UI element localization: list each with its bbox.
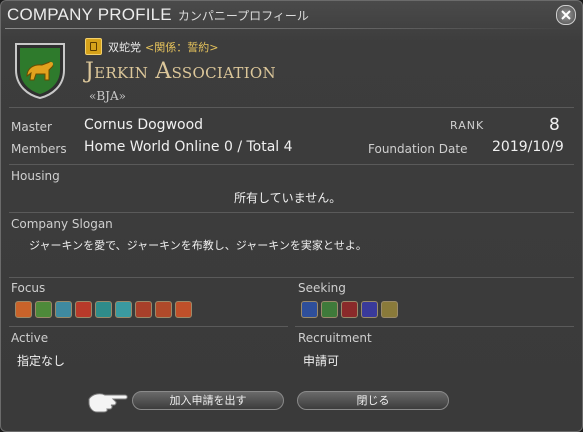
apply-to-join-button[interactable]: 加入申請を出す (132, 391, 284, 410)
slogan-divider (9, 277, 574, 278)
dps-icon[interactable] (341, 301, 358, 318)
company-tag: «BJA» (89, 89, 126, 103)
master-label: Master (11, 120, 52, 134)
title-bar: COMPANY PROFILE カンパニープロフィール (7, 5, 309, 29)
raids-icon[interactable] (155, 301, 172, 318)
recruitment-label: Recruitment (298, 331, 372, 345)
members-label: Members (11, 142, 67, 156)
hardcore-icon[interactable] (75, 301, 92, 318)
title-divider (5, 28, 578, 29)
guildhests-icon[interactable] (115, 301, 132, 318)
recruitment-value: 申請可 (303, 354, 340, 368)
company-crest-icon (15, 43, 65, 100)
master-name: Cornus Dogwood (84, 117, 204, 133)
foundation-value: 2019/10/9 (492, 139, 564, 155)
rank-value: 8 (549, 115, 560, 135)
slogan-value: ジャーキンを愛で、ジャーキンを布教し、ジャーキンを実家とせよ。 (29, 239, 367, 252)
gatherer-icon[interactable] (381, 301, 398, 318)
focus-divider (9, 326, 288, 327)
close-button[interactable]: 閉じる (297, 391, 449, 410)
housing-divider (9, 212, 574, 213)
foundation-label: Foundation Date (368, 142, 468, 156)
seeking-label: Seeking (298, 281, 346, 295)
details-divider (9, 164, 574, 165)
rank-label: RANK (450, 119, 485, 132)
grand-company-info: 双蛇党 <関係：誓約> (85, 38, 218, 55)
seeking-icons (301, 301, 398, 318)
window-subtitle: カンパニープロフィール (177, 9, 309, 23)
close-icon (561, 10, 571, 20)
focus-label: Focus (11, 281, 46, 295)
grand-company-icon (85, 38, 102, 55)
grand-company-name: 双蛇党 (108, 40, 141, 54)
close-window-button[interactable] (556, 5, 576, 25)
crafter-icon[interactable] (361, 301, 378, 318)
pointer-hand-icon (88, 393, 128, 413)
company-name: Jerkin Association (85, 59, 276, 84)
company-profile-window: COMPANY PROFILE カンパニープロフィール 双蛇党 <関係：誓約> … (0, 0, 583, 432)
active-label: Active (11, 331, 49, 345)
casual-icon[interactable] (55, 301, 72, 318)
slogan-label: Company Slogan (11, 217, 113, 231)
trials-icon[interactable] (135, 301, 152, 318)
header-divider (9, 107, 574, 108)
housing-label: Housing (11, 169, 60, 183)
grand-company-relation: <関係：誓約> (145, 40, 219, 54)
tank-icon[interactable] (301, 301, 318, 318)
pvp-icon[interactable] (175, 301, 192, 318)
leveling-icon[interactable] (35, 301, 52, 318)
members-value: Home World Online 0 / Total 4 (84, 139, 293, 155)
dungeons-icon[interactable] (95, 301, 112, 318)
window-title: COMPANY PROFILE (7, 5, 172, 24)
role-playing-icon[interactable] (15, 301, 32, 318)
seeking-divider (295, 326, 574, 327)
focus-icons (15, 301, 192, 318)
healer-icon[interactable] (321, 301, 338, 318)
housing-value: 所有していません。 (234, 191, 342, 205)
active-value: 指定なし (17, 354, 66, 368)
